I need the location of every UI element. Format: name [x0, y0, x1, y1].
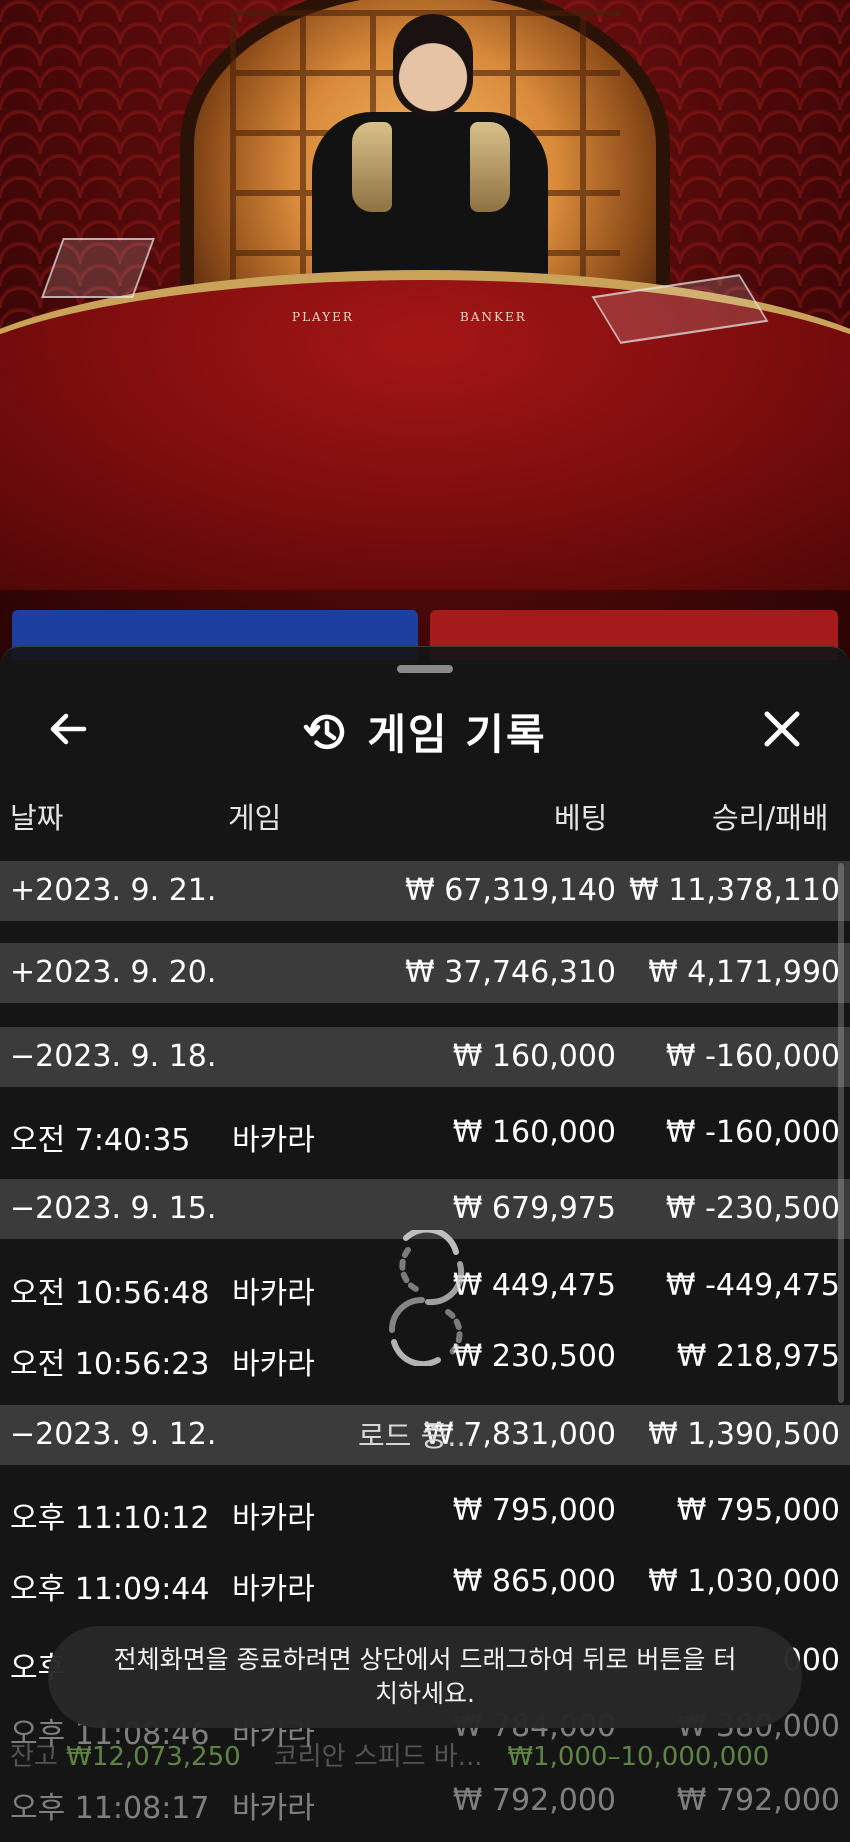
close-x-icon — [764, 711, 800, 747]
row-result: ₩ 795,000 — [676, 1493, 840, 1528]
loading-text: 로드 중... — [358, 1419, 475, 1453]
sheet-header: 게임 기록 — [0, 687, 850, 771]
row-bet: ₩ 795,000 — [452, 1493, 616, 1528]
row-time: 오전 7:40:35 — [10, 1123, 191, 1158]
row-game: 바카라 — [232, 1276, 315, 1311]
row-bet: ₩ 160,000 — [452, 1115, 616, 1150]
game-row[interactable]: 오후 11:10:12 바카라 ₩ 795,000 ₩ 795,000 — [0, 1481, 850, 1541]
row-result: ₩ -160,000 — [665, 1115, 840, 1150]
table-label-banker: BANKER — [460, 310, 527, 324]
row-bet: ₩ 160,000 — [452, 1039, 616, 1074]
row-bet: ₩ 865,000 — [452, 1564, 616, 1599]
page-title: 게임 기록 — [367, 710, 547, 759]
row-result: ₩ 4,171,990 — [648, 955, 840, 990]
loading-spinner-icon — [389, 1230, 465, 1366]
date-row[interactable]: +2023. 9. 20. ₩ 37,746,310 ₩ 4,171,990 — [0, 943, 850, 1003]
game-row[interactable]: 오후 11:09:44 바카라 ₩ 865,000 ₩ 1,030,000 — [0, 1552, 850, 1612]
dealer-head — [393, 14, 473, 116]
row-bet: ₩ 230,500 — [452, 1339, 616, 1374]
row-result: ₩ -160,000 — [665, 1039, 840, 1074]
drag-handle[interactable] — [397, 665, 453, 673]
toast-message: 전체화면을 종료하려면 상단에서 드래그하여 뒤로 버튼을 터치하세요. — [113, 1645, 737, 1708]
row-result: ₩ 1,390,500 — [648, 1417, 840, 1452]
scrollbar[interactable] — [838, 863, 844, 1403]
row-time: 오후 11:10:12 — [10, 1501, 210, 1536]
row-time: 오후 11:09:44 — [10, 1572, 210, 1607]
dealer-vest-right — [470, 122, 510, 212]
row-game: 바카라 — [232, 1123, 315, 1158]
row-result: ₩ -230,500 — [665, 1191, 840, 1226]
game-row[interactable]: 오후 11:08:17 바카라 ₩ 792,000 ₩ 792,000 — [0, 1771, 850, 1831]
row-result: ₩ 1,030,000 — [648, 1564, 840, 1599]
row-result: ₩ 11,378,110 — [629, 873, 840, 908]
row-date: +2023. 9. 21. — [10, 873, 217, 908]
history-clock-icon — [304, 714, 345, 749]
sheet-title: 게임 기록 — [0, 701, 850, 762]
live-video: PLAYER BANKER — [0, 0, 850, 660]
game-row[interactable]: 오전 7:40:35 바카라 ₩ 160,000 ₩ -160,000 — [0, 1103, 850, 1163]
row-game: 바카라 — [232, 1572, 315, 1607]
column-header-date: 날짜 — [10, 801, 64, 835]
row-date: +2023. 9. 20. — [10, 955, 217, 990]
row-bet: ₩ 449,475 — [452, 1268, 616, 1303]
column-header-result: 승리/패배 — [712, 801, 829, 835]
row-bet: ₩ 37,746,310 — [405, 955, 616, 990]
column-header-bet: 베팅 — [554, 801, 608, 835]
row-result: ₩ 792,000 — [676, 1783, 840, 1818]
column-header-game: 게임 — [228, 801, 282, 835]
bet-limits: ₩1,000–10,000,000 — [507, 1742, 770, 1772]
row-game: 바카라 — [232, 1347, 315, 1382]
balance-bar: 잔고 ₩12,073,250 코리안 스피드 바... ₩1,000–10,00… — [10, 1736, 769, 1773]
game-name: 코리안 스피드 바... — [273, 1742, 483, 1772]
row-game: 바카라 — [232, 1791, 315, 1826]
row-result: ₩ -449,475 — [665, 1268, 840, 1303]
row-time: 오후 11:08:17 — [10, 1791, 210, 1826]
close-button[interactable] — [750, 697, 814, 761]
row-date: −2023. 9. 18. — [10, 1039, 217, 1074]
fullscreen-toast: 전체화면을 종료하려면 상단에서 드래그하여 뒤로 버튼을 터치하세요. — [48, 1626, 802, 1728]
row-time: 오전 10:56:23 — [10, 1347, 210, 1382]
row-bet: ₩ 792,000 — [452, 1783, 616, 1818]
row-bet: ₩ 67,319,140 — [405, 873, 616, 908]
date-row[interactable]: −2023. 9. 18. ₩ 160,000 ₩ -160,000 — [0, 1027, 850, 1087]
row-game: 바카라 — [232, 1501, 315, 1536]
balance-label: 잔고 — [10, 1742, 58, 1772]
row-date: −2023. 9. 15. — [10, 1191, 217, 1226]
table-label-player: PLAYER — [292, 310, 354, 324]
row-time: 오전 10:56:48 — [10, 1276, 210, 1311]
dealer-vest-left — [352, 122, 392, 212]
date-row[interactable]: +2023. 9. 21. ₩ 67,319,140 ₩ 11,378,110 — [0, 861, 850, 921]
row-date: −2023. 9. 12. — [10, 1417, 217, 1452]
row-result: ₩ 218,975 — [676, 1339, 840, 1374]
balance-value: ₩12,073,250 — [66, 1742, 241, 1772]
row-bet: ₩ 679,975 — [452, 1191, 616, 1226]
